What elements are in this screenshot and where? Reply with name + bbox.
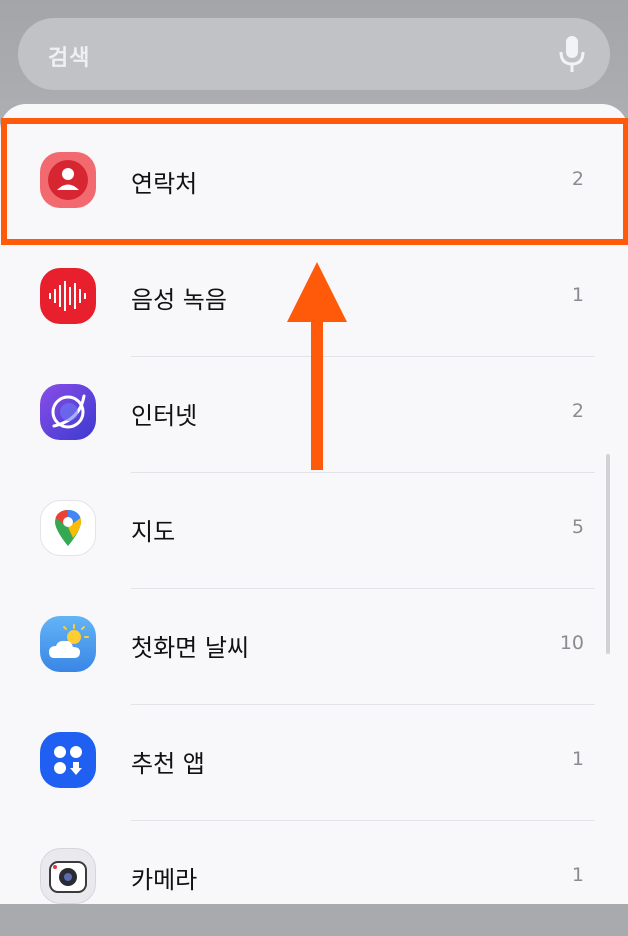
highlight-annotation-box xyxy=(1,118,628,245)
divider xyxy=(131,356,595,357)
result-label: 지도 xyxy=(131,518,176,546)
list-item[interactable]: 지도 5 xyxy=(0,472,628,588)
result-count: 1 xyxy=(571,748,584,770)
weather-icon xyxy=(40,616,96,672)
camera-icon xyxy=(40,848,96,904)
voice-recorder-icon xyxy=(40,268,96,324)
divider xyxy=(131,472,595,473)
list-item[interactable]: 추천 앱 1 xyxy=(0,704,628,820)
result-label: 음성 녹음 xyxy=(131,286,227,314)
maps-icon xyxy=(40,500,96,556)
scrollbar[interactable] xyxy=(606,454,610,654)
recommended-apps-icon xyxy=(40,732,96,788)
divider xyxy=(131,820,595,821)
divider xyxy=(131,588,595,589)
result-count: 10 xyxy=(559,632,584,654)
result-label: 카메라 xyxy=(131,866,198,894)
microphone-icon[interactable] xyxy=(558,34,586,74)
result-label: 인터넷 xyxy=(131,402,198,430)
divider xyxy=(131,704,595,705)
result-count: 5 xyxy=(571,516,584,538)
result-count: 2 xyxy=(571,400,584,422)
result-label: 추천 앱 xyxy=(131,750,205,778)
internet-browser-icon xyxy=(40,384,96,440)
list-item[interactable]: 카메라 1 xyxy=(0,820,628,936)
list-item[interactable]: 첫화면 날씨 10 xyxy=(0,588,628,704)
result-count: 1 xyxy=(571,284,584,306)
result-label: 첫화면 날씨 xyxy=(131,634,250,662)
search-placeholder: 검색 xyxy=(48,46,91,71)
result-count: 1 xyxy=(571,864,584,886)
up-arrow-annotation-icon xyxy=(287,262,347,470)
search-bar[interactable]: 검색 xyxy=(18,18,610,90)
